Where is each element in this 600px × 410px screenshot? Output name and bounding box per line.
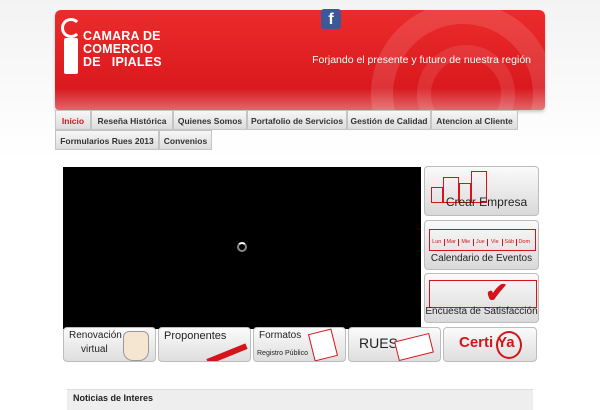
news-title: Noticias de Interes: [73, 393, 154, 403]
certi-ya-button[interactable]: Certi Ya: [443, 327, 537, 362]
page: CAMARA DE COMERCIO DE IPIALES Forjando e…: [0, 0, 600, 410]
tagline: Forjando el presente y futuro de nuestra…: [312, 54, 531, 66]
tab-inicio[interactable]: Inicio: [55, 110, 91, 130]
encuesta-satisfaccion-label: Encuesta de Satisfacción: [425, 306, 538, 317]
hand-pointer-icon: [123, 331, 149, 361]
calendario-eventos-label: Calendario de Eventos: [430, 253, 533, 264]
calendar-day: Dom: [518, 239, 531, 245]
logo-text[interactable]: CAMARA DE COMERCIO DE IPIALES: [83, 30, 162, 69]
encuesta-satisfaccion-button[interactable]: ✔ Encuesta de Satisfacción: [424, 273, 539, 323]
calendar-day: Vie: [488, 239, 503, 246]
crear-empresa-label: Crear Empresa: [445, 195, 528, 209]
logo-icon[interactable]: [61, 16, 81, 74]
crear-empresa-button[interactable]: Crear Empresa: [424, 166, 539, 216]
logo-line-3: DE IPIALES: [83, 55, 162, 69]
formatos-sublabel: Registro Público: [257, 350, 308, 357]
tab-resena-historica[interactable]: Reseña Histórica: [91, 110, 173, 130]
renovacion-label-2: virtual: [81, 344, 108, 355]
formatos-button[interactable]: Formatos Registro Público: [253, 327, 346, 362]
document-icon: [307, 328, 339, 361]
calendar-day: Jue: [474, 239, 488, 246]
facebook-icon[interactable]: f: [321, 9, 341, 29]
calendar-day: Mie: [459, 239, 474, 246]
calendar-day: Sáb: [503, 239, 517, 246]
calendario-eventos-button[interactable]: Lun Mar Mie Jue Vie Sáb Dom Calendario de Even…: [424, 220, 539, 270]
calendar-icon: Lun Mar Mie Jue Vie Sáb Dom: [429, 229, 536, 251]
calendar-day: Lun: [430, 239, 445, 246]
site-header: CAMARA DE COMERCIO DE IPIALES Forjando e…: [55, 10, 545, 110]
formatos-label: Formatos: [259, 330, 302, 341]
tab-quienes-somos[interactable]: Quienes Somos: [173, 110, 247, 130]
tab-atencion-cliente[interactable]: Atencion al Cliente: [431, 110, 518, 130]
renovacion-label: Renovación: [69, 330, 122, 341]
checkmark-icon: ✔: [485, 277, 509, 308]
proponentes-button[interactable]: Proponentes: [158, 327, 251, 362]
calendar-day: Mar: [445, 239, 459, 246]
rues-button[interactable]: RUES: [348, 327, 441, 362]
pen-icon: [206, 343, 248, 361]
stamp-icon: [394, 332, 434, 361]
loading-spinner-icon: [237, 242, 247, 252]
tab-convenios[interactable]: Convenios: [159, 130, 212, 150]
tab-gestion-calidad[interactable]: Gestión de Calidad: [347, 110, 431, 130]
tab-formularios-rues[interactable]: Formularios Rues 2013: [55, 130, 159, 150]
certificate-icon: [496, 331, 522, 359]
rues-label: RUES: [359, 335, 398, 351]
tab-portafolio-servicios[interactable]: Portafolio de Servicios: [247, 110, 347, 130]
renovacion-virtual-button[interactable]: Renovación virtual: [63, 327, 156, 362]
proponentes-label: Proponentes: [164, 330, 227, 342]
